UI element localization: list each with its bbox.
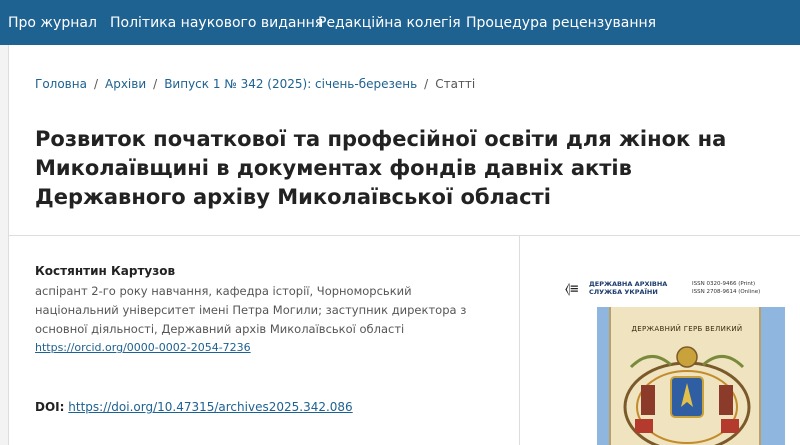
nav-item-policy[interactable]: Політика наукового видання	[110, 15, 323, 31]
doi-label: DOI:	[35, 400, 65, 414]
cover-issn-print: ISSN 0320-9466 (Print)	[692, 281, 756, 287]
article-title: Розвиток початкової та професійної освіт…	[35, 127, 727, 209]
doi-line: DOI: https://doi.org/10.47315/archives20…	[35, 400, 353, 414]
cover-artwork: ДЕРЖАВНИЙ ГЕРБ ВЕЛИКИЙ	[597, 307, 785, 445]
breadcrumb-archives[interactable]: Архіви	[105, 77, 146, 91]
coat-of-arms-illustration: ДЕРЖАВНИЙ ГЕРБ ВЕЛИКИЙ	[609, 307, 761, 445]
nav-item-review-procedure[interactable]: Процедура рецензування	[466, 15, 656, 31]
cover-issn: ISSN 0320-9466 (Print) ISSN 2708-9614 (O…	[692, 280, 760, 296]
column-divider	[519, 236, 520, 445]
cover-issn-online: ISSN 2708-9614 (Online)	[692, 289, 761, 295]
breadcrumb-issue[interactable]: Випуск 1 № 342 (2025): січень-березень	[164, 77, 417, 91]
nav-item-editorial-board[interactable]: Редакційна колегія	[318, 15, 461, 31]
orcid-link[interactable]: https://orcid.org/0000-0002-2054-7236	[35, 341, 251, 354]
archive-logo-icon: ⦉≡	[565, 281, 579, 297]
breadcrumb-current: Статті	[435, 77, 476, 91]
author-affiliation: аспірант 2-го року навчання, кафедра іст…	[35, 284, 467, 336]
article-page: Головна / Архіви / Випуск 1 № 342 (2025): сі…	[8, 45, 800, 445]
cover-header: ⦉≡ ДЕРЖАВНА АРХІВНА СЛУЖБА УКРАЇНИ ISSN …	[557, 267, 787, 305]
section-divider	[9, 235, 800, 236]
cover-caption: ДЕРЖАВНИЙ ГЕРБ ВЕЛИКИЙ	[631, 325, 743, 333]
issue-cover-image[interactable]: ⦉≡ ДЕРЖАВНА АРХІВНА СЛУЖБА УКРАЇНИ ISSN …	[557, 267, 787, 445]
cover-org-name: ДЕРЖАВНА АРХІВНА СЛУЖБА УКРАЇНИ	[589, 280, 668, 296]
breadcrumb-separator: /	[153, 77, 158, 91]
breadcrumb-separator: /	[424, 77, 429, 91]
author-name: Костянтин Картузов	[35, 264, 176, 278]
breadcrumb: Головна / Архіви / Випуск 1 № 342 (2025): сі…	[35, 77, 475, 91]
top-navigation: Про журнал Політика наукового видання Ре…	[0, 0, 800, 45]
breadcrumb-home[interactable]: Головна	[35, 77, 87, 91]
breadcrumb-separator: /	[93, 77, 98, 91]
nav-item-about[interactable]: Про журнал	[8, 15, 97, 31]
doi-link[interactable]: https://doi.org/10.47315/archives2025.34…	[68, 400, 352, 414]
